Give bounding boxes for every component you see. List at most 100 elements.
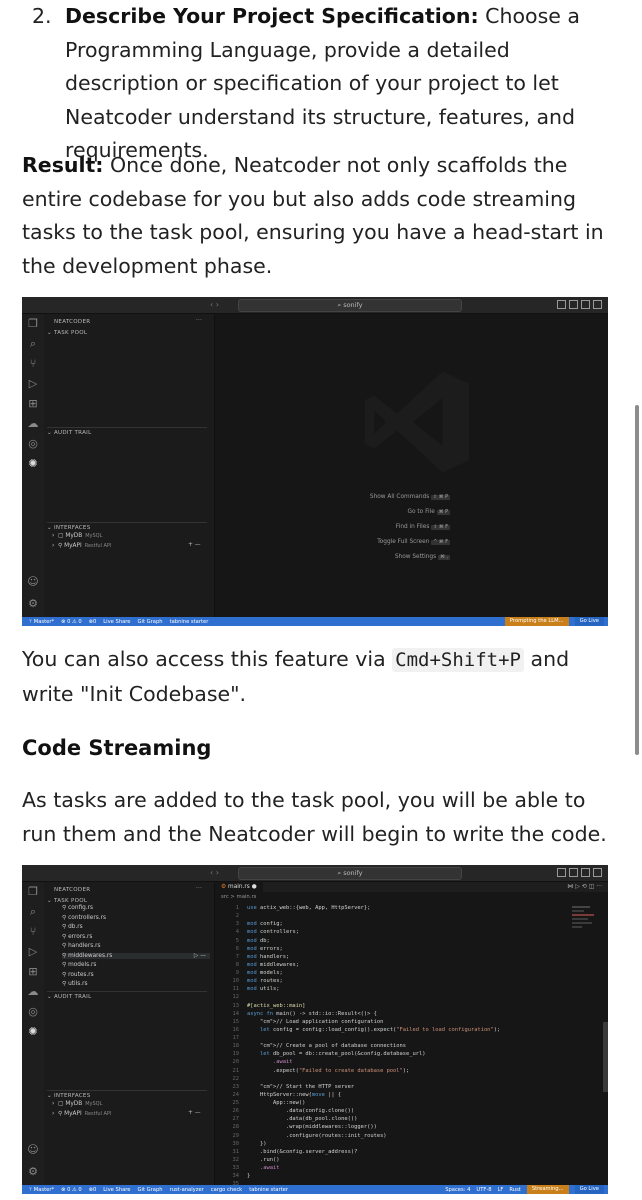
status-item[interactable]: ⊗ 0 ⚠ 0 [61,1187,82,1193]
interface-item-api[interactable]: › ⚲ MyAPI Restful API [52,1111,111,1117]
remote-icon[interactable]: ◎ [27,438,39,450]
status-item[interactable]: Git Graph [138,1187,163,1193]
code-line: 23 "cm">// Start the HTTP server [221,1083,500,1091]
streaming-paragraph: As tasks are added to the task pool, you… [22,788,607,846]
line-number: 33 [232,1165,240,1171]
more-actions-icon[interactable]: ··· [196,317,202,323]
status-item[interactable]: ᛘ Master* [29,619,54,625]
remote-icon[interactable]: ◎ [27,1006,39,1018]
docker-icon[interactable]: ☁ [27,986,39,998]
shortcut-go-to-file: Go to File ⌘ P [407,509,450,515]
task-item[interactable]: ⚲ utils.rs [62,981,88,987]
task-item[interactable]: ⚲ db.rs [62,924,83,930]
run-debug-icon[interactable]: ▷ [27,946,39,958]
command-center-search[interactable]: ⌕ sonify [238,867,462,880]
source-control-icon[interactable]: ⑂ [27,358,39,370]
interface-item-api[interactable]: › ⚲ MyAPI Restful API [52,543,111,549]
explorer-icon[interactable]: ❐ [27,318,39,330]
status-item[interactable]: tabnine starter [170,619,209,625]
code-text: .await [272,1059,293,1066]
status-item[interactable]: Spaces: 4 [445,1187,470,1193]
neatcoder-icon[interactable]: ✺ [27,1026,39,1038]
command-center-search[interactable]: ⌕ sonify [238,299,462,312]
status-item[interactable]: Live Share [103,1187,130,1193]
audit-trail-header[interactable]: ⌄ AUDIT TRAIL [47,427,207,436]
status-item[interactable]: Git Graph [138,619,163,625]
status-progress[interactable]: Streaming... [526,1185,569,1194]
status-item[interactable]: Rust [509,1187,520,1193]
code-line: 24 HttpServer::new(move || { [221,1091,500,1099]
search-icon[interactable]: ⌕ [27,338,39,350]
task-item-selected[interactable]: ⚲ middlewares.rs ▷ — [62,952,210,959]
status-go-live[interactable]: Go Live [574,1185,604,1194]
activity-bar: ❐ ⌕ ⑂ ▷ ⊞ ☁ ◎ ✺ ☺ ⚙ [22,882,44,1194]
editor-screenshot-task-pool: ‹ › ⌕ sonify ❐ ⌕ ⑂ ▷ ⊞ ☁ ◎ ✺ ☺ ⚙ NEATCOD… [22,297,608,626]
interface-item-db[interactable]: › ▢ MyDB MySQL [52,1101,102,1107]
rust-file-icon: ⚙ [221,884,227,890]
settings-gear-icon[interactable]: ⚙ [27,1166,39,1178]
docker-icon[interactable]: ☁ [27,418,39,430]
extensions-icon[interactable]: ⊞ [27,398,39,410]
task-pool-header[interactable]: ⌄ TASK POOL [47,330,87,336]
status-item[interactable]: ᛘ Master* [29,1187,54,1193]
code-content[interactable]: 1 use actix_web::{web, App, HttpServer}; 2… [221,904,501,1188]
add-interface-icon[interactable]: + — [188,1110,201,1116]
task-item[interactable]: ⚲ handlers.rs [62,943,101,949]
task-item[interactable]: ⚲ models.rs [62,962,96,968]
task-pool-header[interactable]: ⌄ TASK POOL [47,898,87,904]
line-number: 16 [232,1026,240,1033]
status-item[interactable]: UTF-8 [476,1187,491,1193]
status-item[interactable]: rust-analyzer [170,1187,204,1193]
status-go-live[interactable]: Go Live [574,617,604,626]
settings-gear-icon[interactable]: ⚙ [27,598,39,610]
code-text: mod utils; [247,986,280,993]
task-item[interactable]: ⚲ errors.rs [62,934,92,940]
shortcut-find-in-files: Find in Files ⇧ ⌘ F [395,524,450,530]
status-progress[interactable]: Prompting the LLM... [504,617,569,626]
page-scrollbar[interactable] [635,405,639,755]
interfaces-header[interactable]: ⌄ INTERFACES [47,1090,207,1099]
status-item[interactable]: cargo check [211,1187,242,1193]
nav-arrows-icon: ‹ › [210,300,219,309]
search-icon[interactable]: ⌕ [27,906,39,918]
extensions-icon[interactable]: ⊞ [27,966,39,978]
code-text: use actix_web::{web, App, HttpServer}; [247,905,371,911]
line-number: 17 [232,1035,240,1041]
task-item[interactable]: ⚲ routes.rs [62,972,94,978]
layout-icon [593,300,602,309]
source-control-icon[interactable]: ⑂ [27,926,39,938]
account-icon[interactable]: ☺ [27,576,39,588]
interface-item-db[interactable]: › ▢ MyDB MySQL [52,533,102,539]
breadcrumb[interactable]: src > main.rs [221,894,256,900]
neatcoder-icon[interactable]: ✺ [27,458,39,470]
status-item[interactable]: ⊗ 0 ⚠ 0 [61,619,82,625]
task-item[interactable]: ⚲ controllers.rs [62,915,106,921]
editor-actions[interactable]: ⋈ ▷ ⟲ ◫ ··· [567,882,602,892]
scrollbar[interactable] [603,1022,608,1092]
account-icon[interactable]: ☺ [27,1144,39,1156]
interfaces-header[interactable]: ⌄ INTERFACES [47,522,207,531]
status-item[interactable]: ⊗0 [89,1187,97,1193]
more-actions-icon[interactable]: ··· [196,885,202,891]
status-item[interactable]: tabnine starter [249,1187,288,1193]
code-text: .wrap(middlewares::logger()) [247,1124,377,1131]
status-item[interactable]: ⊗0 [89,619,97,625]
code-line: 4 mod controllers; [221,928,500,936]
add-interface-icon[interactable]: + — [188,542,201,548]
minimap [572,906,598,946]
line-number: 11 [232,986,240,993]
audit-trail-header[interactable]: ⌄ AUDIT TRAIL [47,991,207,1000]
code-text: async fn main() -> std::io::Result<()> { [247,1010,377,1017]
line-number: 25 [232,1100,240,1106]
code-text: .run() [247,1156,280,1163]
task-item[interactable]: ⚲ config.rs [62,905,93,911]
line-number: 32 [232,1156,240,1163]
code-text: .configure(routes::init_routes) [247,1132,387,1139]
line-number: 5 [235,937,239,944]
explorer-icon[interactable]: ❐ [27,886,39,898]
layout-icon [557,300,566,309]
editor-tab-main-rs[interactable]: ⚙ main.rs ● [215,882,263,892]
status-item[interactable]: LF [498,1187,504,1193]
run-debug-icon[interactable]: ▷ [27,378,39,390]
status-item[interactable]: Live Share [103,619,130,625]
